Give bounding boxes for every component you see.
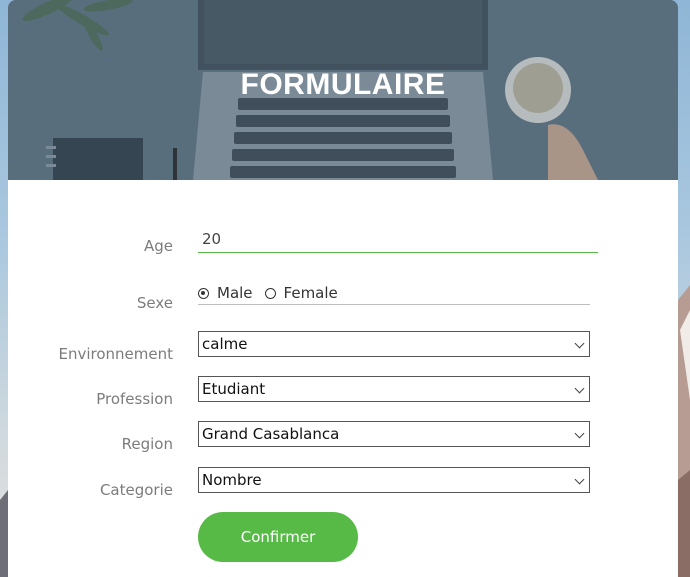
chevron-down-icon <box>574 428 585 439</box>
categorie-select[interactable]: Nombre <box>198 467 590 493</box>
region-value: Grand Casablanca <box>202 425 340 443</box>
radio-male-label[interactable]: Male <box>217 284 253 302</box>
radio-male[interactable] <box>198 287 209 299</box>
region-label: Region <box>121 435 173 453</box>
radio-female-label[interactable]: Female <box>284 284 338 302</box>
environnement-label: Environnement <box>58 345 173 363</box>
categorie-label: Categorie <box>99 481 173 499</box>
chevron-down-icon <box>574 474 585 485</box>
environnement-select[interactable]: calme <box>198 331 590 357</box>
region-select[interactable]: Grand Casablanca <box>198 421 590 447</box>
profession-label: Profession <box>96 390 173 408</box>
chevron-down-icon <box>574 338 585 349</box>
profession-value: Etudiant <box>202 380 266 398</box>
profession-select[interactable]: Etudiant <box>198 376 590 402</box>
sexe-label: Sexe <box>136 294 173 312</box>
environnement-value: calme <box>202 335 248 353</box>
registration-form: Age Sexe Male Female Environnement calme… <box>8 180 678 577</box>
form-card: FORMULAIRE Age Sexe Male Female Environn… <box>8 0 678 577</box>
chevron-down-icon <box>574 383 585 394</box>
sexe-radio-group: Male Female <box>198 282 590 305</box>
radio-female[interactable] <box>264 287 276 299</box>
age-label: Age <box>143 237 173 255</box>
categorie-value: Nombre <box>202 471 262 489</box>
age-field[interactable] <box>198 226 598 253</box>
page-title: FORMULAIRE <box>240 68 446 101</box>
header-banner: FORMULAIRE <box>8 0 678 180</box>
confirm-button[interactable]: Confirmer <box>198 512 358 562</box>
